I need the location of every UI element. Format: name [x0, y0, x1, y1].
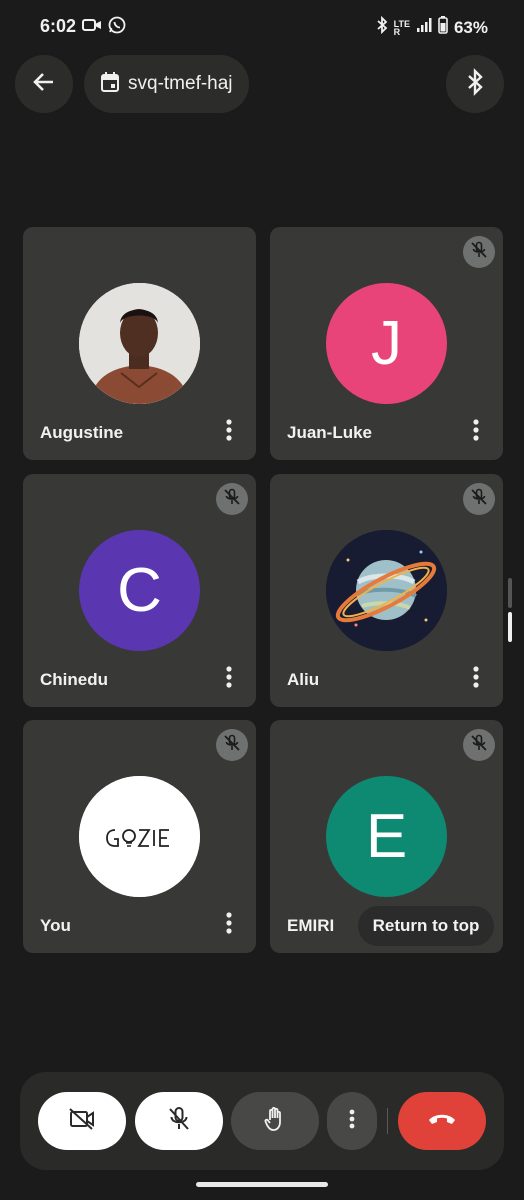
battery-icon [438, 16, 448, 39]
more-vert-icon [226, 911, 232, 939]
participant-options-button[interactable] [216, 911, 242, 939]
more-vert-icon [226, 665, 232, 693]
mic-off-icon [223, 734, 241, 757]
microphone-toggle-button[interactable] [135, 1092, 223, 1150]
scrollbar-track[interactable] [508, 578, 512, 608]
controls-divider [387, 1108, 388, 1134]
back-arrow-icon [33, 71, 55, 98]
participant-name: Augustine [40, 423, 124, 442]
muted-indicator [463, 236, 495, 268]
raise-hand-icon [263, 1106, 287, 1137]
gozie-logo [79, 776, 200, 897]
mic-off-icon [167, 1106, 191, 1137]
signal-icon [416, 17, 432, 38]
mic-off-icon [470, 241, 488, 264]
more-vert-icon [226, 418, 232, 446]
avatar: C [79, 530, 200, 651]
muted-indicator [463, 729, 495, 761]
participant-name: Juan-Luke [287, 423, 373, 442]
return-to-top-button[interactable]: Return to top [358, 906, 494, 946]
more-vert-icon [473, 665, 479, 693]
battery-percent: 63% [453, 17, 488, 37]
planet-avatar [326, 530, 447, 651]
participant-tile[interactable]: Augustine [23, 227, 256, 460]
mic-off-icon [223, 488, 241, 511]
more-options-button[interactable] [327, 1092, 377, 1150]
lte-indicator: LTE R [393, 18, 410, 37]
bluetooth-icon [466, 67, 484, 101]
calendar-icon [100, 71, 120, 98]
participant-name: You [40, 916, 71, 935]
scrollbar-thumb[interactable] [508, 612, 512, 642]
mic-off-icon [470, 734, 488, 757]
participant-name: EMIRI [287, 916, 335, 935]
muted-indicator [463, 483, 495, 515]
whatsapp-icon [108, 16, 126, 39]
participant-options-button[interactable] [216, 418, 242, 446]
participant-name: Chinedu [40, 670, 108, 689]
gozie-logo-avatar [79, 776, 200, 897]
status-time: 6:02 [40, 16, 77, 36]
bluetooth-icon [376, 15, 388, 39]
participant-tile-self[interactable]: You [23, 720, 256, 953]
participant-tile[interactable]: Aliu [270, 474, 503, 707]
participant-options-button[interactable] [216, 665, 242, 693]
end-call-icon [427, 1112, 457, 1131]
camera-off-icon [68, 1107, 96, 1136]
end-call-button[interactable] [398, 1092, 486, 1150]
camera-toggle-button[interactable] [38, 1092, 126, 1150]
raise-hand-button[interactable] [231, 1092, 319, 1150]
video-camera-icon [82, 17, 102, 38]
mic-off-icon [470, 488, 488, 511]
participant-tile[interactable]: C Chinedu [23, 474, 256, 707]
avatar-initial: J [371, 309, 402, 378]
participant-options-button[interactable] [463, 665, 489, 693]
participant-options-button[interactable] [463, 418, 489, 446]
participant-tile[interactable]: J Juan-Luke [270, 227, 503, 460]
meeting-info-chip[interactable]: svq-tmef-haj [84, 55, 249, 113]
more-vert-icon [473, 418, 479, 446]
call-controls-bar [20, 1072, 504, 1170]
meeting-code: svq-tmef-haj [128, 73, 233, 94]
back-button[interactable] [15, 55, 73, 113]
muted-indicator [216, 729, 248, 761]
status-bar: 6:02 LTE R 63% [0, 0, 524, 52]
more-vert-icon [349, 1109, 355, 1134]
avatar-initial: C [117, 556, 162, 625]
muted-indicator [216, 483, 248, 515]
home-indicator[interactable] [196, 1182, 328, 1187]
avatar-initial: E [365, 802, 408, 871]
avatar: E [326, 776, 447, 897]
avatar [79, 283, 200, 404]
avatar: J [326, 283, 447, 404]
participant-name: Aliu [287, 670, 320, 689]
audio-output-button[interactable] [446, 55, 504, 113]
